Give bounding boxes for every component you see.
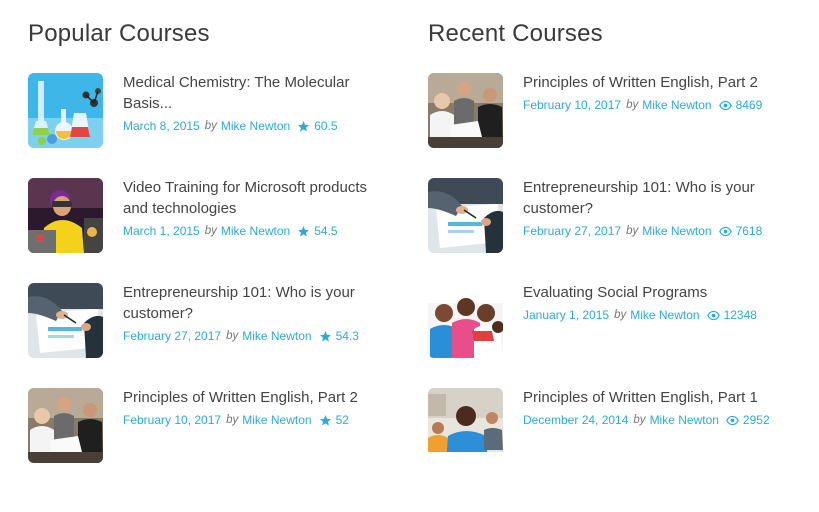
- author-link[interactable]: Mike Newton: [642, 223, 711, 239]
- course-date[interactable]: February 10, 2017: [523, 97, 621, 113]
- star-icon: [297, 225, 310, 238]
- course-title-link[interactable]: Entrepreneurship 101: Who is your custom…: [523, 177, 788, 219]
- popular-courses-heading: Popular Courses: [28, 20, 210, 47]
- course-item: Evaluating Social Programs January 1, 20…: [428, 283, 798, 359]
- course-title-link[interactable]: Video Training for Microsoft products an…: [123, 177, 388, 219]
- by-label: by: [614, 309, 627, 321]
- course-info: Principles of Written English, Part 1 De…: [523, 387, 788, 428]
- author-link[interactable]: Mike Newton: [650, 412, 719, 428]
- course-date[interactable]: February 27, 2017: [523, 223, 621, 239]
- author-link[interactable]: Mike Newton: [630, 307, 699, 323]
- by-label: by: [204, 225, 217, 237]
- course-meta: March 8, 2015 by Mike Newton 60.5: [123, 118, 388, 134]
- author-link[interactable]: Mike Newton: [221, 223, 290, 239]
- by-label: by: [626, 225, 639, 237]
- author-link[interactable]: Mike Newton: [242, 412, 311, 428]
- views-count: 2952: [742, 413, 770, 427]
- author-link[interactable]: Mike Newton: [642, 97, 711, 113]
- course-item: Principles of Written English, Part 2 Fe…: [428, 73, 798, 149]
- course-date[interactable]: February 27, 2017: [123, 328, 221, 344]
- course-title-link[interactable]: Medical Chemistry: The Molecular Basis..…: [123, 72, 388, 114]
- course-meta: March 1, 2015 by Mike Newton 54.5: [123, 223, 388, 239]
- course-meta: January 1, 2015 by Mike Newton 12348: [523, 307, 788, 323]
- rating-value: 60.5: [314, 119, 338, 133]
- course-thumbnail-group-study[interactable]: [28, 388, 103, 463]
- eye-icon: [719, 99, 732, 112]
- course-date[interactable]: January 1, 2015: [523, 307, 609, 323]
- course-info: Entrepreneurship 101: Who is your custom…: [523, 177, 788, 239]
- star-icon: [319, 414, 332, 427]
- star-icon: [319, 330, 332, 343]
- views-count: 12348: [723, 308, 757, 322]
- course-info: Video Training for Microsoft products an…: [123, 177, 388, 239]
- course-title-link[interactable]: Evaluating Social Programs: [523, 282, 788, 303]
- course-thumbnail-group-study[interactable]: [428, 73, 503, 148]
- course-meta: February 27, 2017 by Mike Newton 7618: [523, 223, 788, 239]
- course-info: Principles of Written English, Part 2 Fe…: [523, 72, 788, 113]
- course-info: Entrepreneurship 101: Who is your custom…: [123, 282, 388, 344]
- eye-icon: [707, 309, 720, 322]
- by-label: by: [204, 120, 217, 132]
- course-title-link[interactable]: Principles of Written English, Part 1: [523, 387, 788, 408]
- course-info: Medical Chemistry: The Molecular Basis..…: [123, 72, 388, 134]
- course-item: Entrepreneurship 101: Who is your custom…: [28, 283, 398, 359]
- recent-courses-heading: Recent Courses: [428, 20, 603, 47]
- course-item: Medical Chemistry: The Molecular Basis..…: [28, 73, 398, 149]
- course-thumbnail-lab-glassware[interactable]: [28, 73, 103, 148]
- by-label: by: [226, 330, 239, 342]
- course-thumbnail-business-papers[interactable]: [428, 178, 503, 253]
- rating-value: 54.3: [335, 329, 359, 343]
- course-thumbnail-student-vr[interactable]: [28, 178, 103, 253]
- course-meta: February 10, 2017 by Mike Newton 52: [123, 412, 388, 428]
- views-count: 8469: [735, 98, 763, 112]
- rating-value: 54.5: [314, 224, 338, 238]
- course-thumbnail-classroom[interactable]: [428, 388, 503, 463]
- course-thumbnail-smiling-children[interactable]: [428, 283, 503, 358]
- course-info: Evaluating Social Programs January 1, 20…: [523, 282, 788, 323]
- by-label: by: [626, 99, 639, 111]
- course-date[interactable]: February 10, 2017: [123, 412, 221, 428]
- by-label: by: [633, 414, 646, 426]
- course-date[interactable]: March 8, 2015: [123, 118, 200, 134]
- eye-icon: [719, 225, 732, 238]
- rating-value: 52: [335, 413, 349, 427]
- course-item: Entrepreneurship 101: Who is your custom…: [428, 178, 798, 254]
- course-item: Video Training for Microsoft products an…: [28, 178, 398, 254]
- eye-icon: [726, 414, 739, 427]
- by-label: by: [226, 414, 239, 426]
- views-count: 7618: [735, 224, 763, 238]
- course-title-link[interactable]: Principles of Written English, Part 2: [523, 72, 788, 93]
- course-title-link[interactable]: Principles of Written English, Part 2: [123, 387, 388, 408]
- course-item: Principles of Written English, Part 1 De…: [428, 388, 798, 464]
- course-info: Principles of Written English, Part 2 Fe…: [123, 387, 388, 428]
- star-icon: [297, 120, 310, 133]
- course-thumbnail-business-papers[interactable]: [28, 283, 103, 358]
- author-link[interactable]: Mike Newton: [242, 328, 311, 344]
- course-item: Principles of Written English, Part 2 Fe…: [28, 388, 398, 464]
- course-meta: December 24, 2014 by Mike Newton 2952: [523, 412, 788, 428]
- course-date[interactable]: December 24, 2014: [523, 412, 628, 428]
- course-date[interactable]: March 1, 2015: [123, 223, 200, 239]
- course-meta: February 10, 2017 by Mike Newton 8469: [523, 97, 788, 113]
- author-link[interactable]: Mike Newton: [221, 118, 290, 134]
- course-title-link[interactable]: Entrepreneurship 101: Who is your custom…: [123, 282, 388, 324]
- course-meta: February 27, 2017 by Mike Newton 54.3: [123, 328, 388, 344]
